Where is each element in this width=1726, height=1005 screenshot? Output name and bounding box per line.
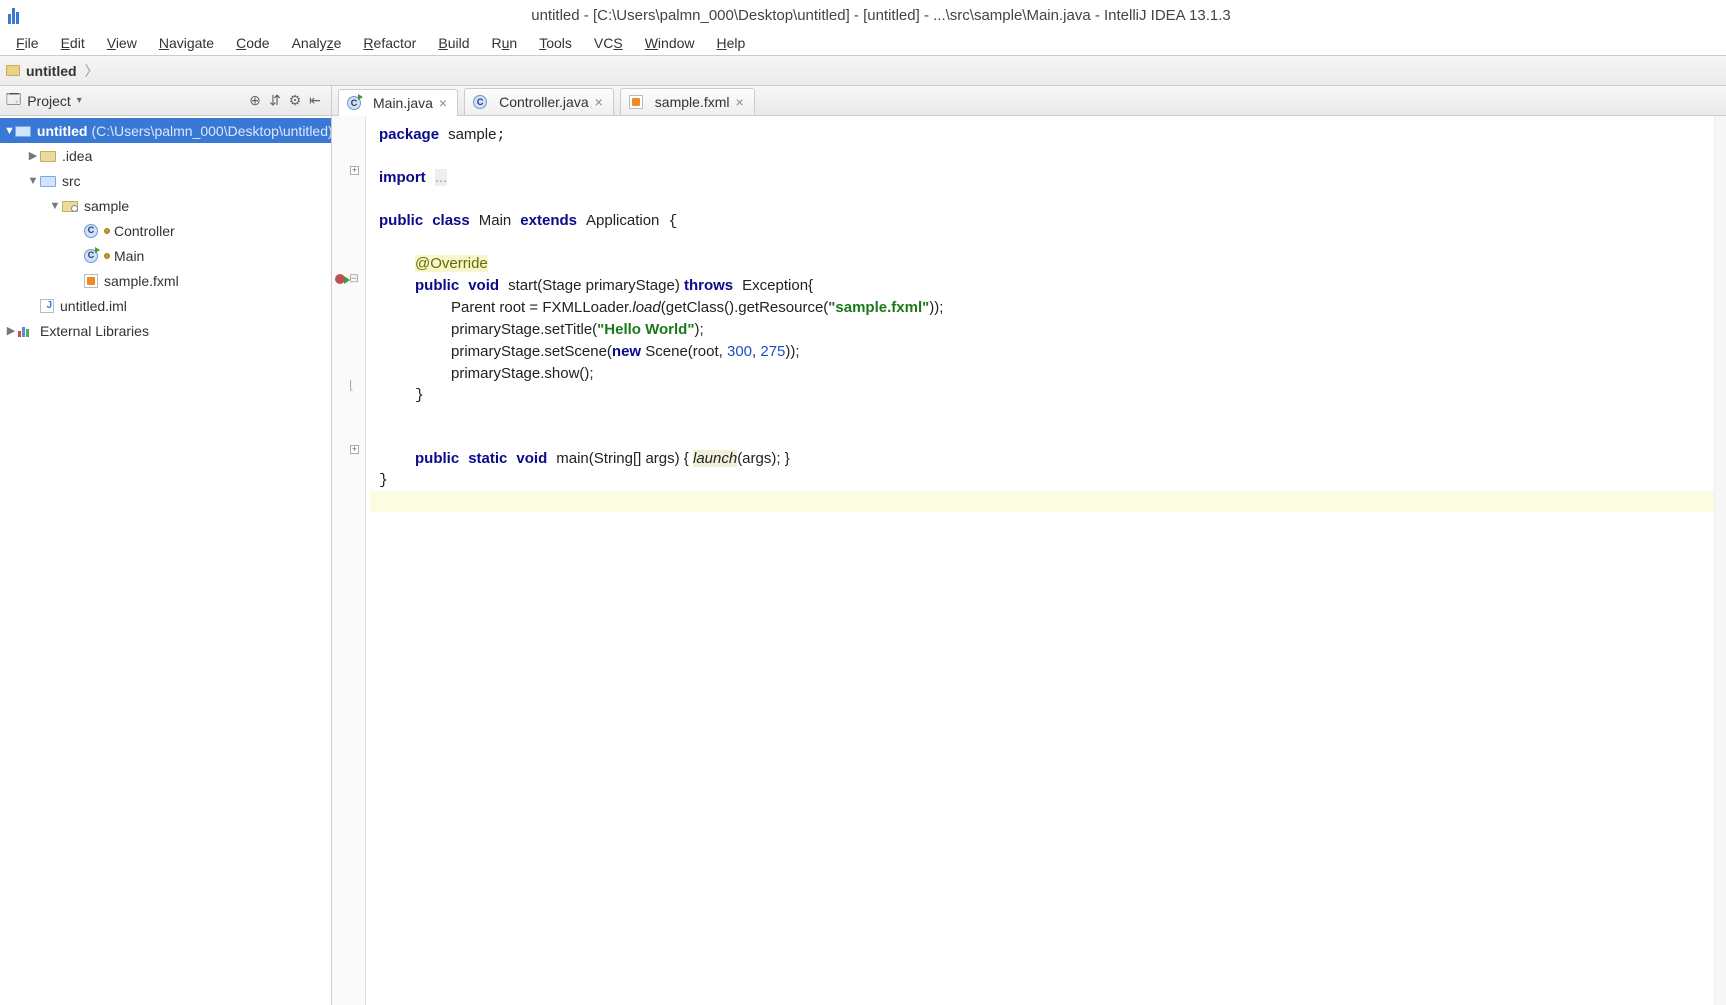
collapse-all-button[interactable]: ⇵ [265, 91, 285, 111]
fold-expand-icon[interactable]: + [350, 166, 359, 175]
menu-build[interactable]: Build [428, 33, 479, 53]
tab-main-java[interactable]: C Main.java × [338, 89, 458, 116]
override-gutter-icon[interactable] [335, 274, 345, 284]
source-folder-icon [40, 176, 56, 187]
menu-code[interactable]: Code [226, 33, 279, 53]
close-icon[interactable]: × [439, 95, 447, 111]
expand-icon[interactable]: ▶ [4, 324, 18, 337]
iml-file-icon: J [40, 299, 54, 313]
editor-area: C Main.java × C Controller.java × sample… [332, 86, 1726, 1005]
tree-iml-file[interactable]: J untitled.iml [0, 293, 331, 318]
code-editor[interactable]: package sample; import ... public class … [366, 116, 1714, 1005]
tree-root-path: (C:\Users\palmn_000\Desktop\untitled) [91, 123, 331, 139]
runnable-class-icon: C [347, 96, 361, 110]
tree-src-folder[interactable]: ▼ src [0, 168, 331, 193]
expand-icon[interactable]: ▼ [4, 125, 15, 137]
tab-label: Main.java [373, 95, 433, 111]
dropdown-icon[interactable]: ▾ [77, 95, 82, 106]
package-icon [62, 201, 78, 212]
menu-run[interactable]: Run [482, 33, 528, 53]
expand-icon[interactable]: ▼ [48, 200, 62, 212]
libraries-icon [18, 325, 34, 337]
menu-help[interactable]: Help [707, 33, 756, 53]
menu-analyze[interactable]: Analyze [282, 33, 352, 53]
editor-tabs: C Main.java × C Controller.java × sample… [332, 86, 1726, 116]
fxml-file-icon [84, 274, 98, 288]
menu-bar: File Edit View Navigate Code Analyze Ref… [0, 30, 1726, 56]
breadcrumb-project[interactable]: untitled [26, 63, 77, 79]
window-title: untitled - [C:\Users\palmn_000\Desktop\u… [36, 7, 1726, 24]
tree-root[interactable]: ▼ untitled (C:\Users\palmn_000\Desktop\u… [0, 118, 331, 143]
window-titlebar: untitled - [C:\Users\palmn_000\Desktop\u… [0, 0, 1726, 30]
project-tree[interactable]: ▼ untitled (C:\Users\palmn_000\Desktop\u… [0, 116, 331, 1005]
error-stripe[interactable] [1714, 116, 1726, 1005]
tab-label: Controller.java [499, 94, 589, 110]
menu-view[interactable]: View [97, 33, 147, 53]
fold-collapse-icon[interactable]: ⊟ [349, 271, 359, 285]
project-tool-window: 🗔 Project ▾ ⊕ ⇵ ⚙ ⇤ ▼ untitled (C:\Users… [0, 86, 332, 1005]
menu-refactor[interactable]: Refactor [353, 33, 426, 53]
project-tool-header: 🗔 Project ▾ ⊕ ⇵ ⚙ ⇤ [0, 86, 331, 116]
scroll-to-source-button[interactable]: ⊕ [245, 91, 265, 111]
close-icon[interactable]: × [595, 94, 603, 110]
folder-icon [6, 65, 20, 76]
close-icon[interactable]: × [735, 94, 743, 110]
vcs-status-icon [104, 228, 110, 234]
tree-main-class[interactable]: C Main [0, 243, 331, 268]
runnable-class-icon: C [84, 249, 98, 263]
menu-edit[interactable]: Edit [51, 33, 95, 53]
project-view-icon: 🗔 [6, 89, 21, 113]
menu-navigate[interactable]: Navigate [149, 33, 224, 53]
project-tool-title[interactable]: Project [27, 93, 71, 109]
chevron-right-icon: 〉 [85, 61, 99, 81]
folder-icon [40, 151, 56, 162]
settings-gear-icon[interactable]: ⚙ [285, 91, 305, 111]
fold-end-icon[interactable]: ⌊ [349, 378, 354, 392]
tab-sample-fxml[interactable]: sample.fxml × [620, 88, 755, 115]
class-icon: C [84, 224, 98, 238]
tree-root-name: untitled [37, 123, 88, 139]
tree-idea-folder[interactable]: ▶ .idea [0, 143, 331, 168]
tab-label: sample.fxml [655, 94, 730, 110]
navigation-bar: untitled 〉 [0, 56, 1726, 86]
menu-vcs[interactable]: VCS [584, 33, 633, 53]
tree-sample-package[interactable]: ▼ sample [0, 193, 331, 218]
menu-file[interactable]: File [6, 33, 49, 53]
vcs-status-icon [104, 253, 110, 259]
menu-tools[interactable]: Tools [529, 33, 582, 53]
tree-controller-class[interactable]: C Controller [0, 218, 331, 243]
tree-external-libraries[interactable]: ▶ External Libraries [0, 318, 331, 343]
tab-controller-java[interactable]: C Controller.java × [464, 88, 614, 115]
expand-icon[interactable]: ▶ [26, 149, 40, 162]
tree-sample-fxml[interactable]: sample.fxml [0, 268, 331, 293]
module-icon [15, 126, 31, 137]
hide-button[interactable]: ⇤ [305, 91, 325, 111]
fold-expand-icon[interactable]: + [350, 445, 359, 454]
intellij-logo-icon [8, 6, 26, 24]
fxml-file-icon [629, 95, 643, 109]
editor-gutter[interactable]: + ⊟ ⌊ + [332, 116, 366, 1005]
menu-window[interactable]: Window [635, 33, 705, 53]
expand-icon[interactable]: ▼ [26, 175, 40, 187]
class-icon: C [473, 95, 487, 109]
